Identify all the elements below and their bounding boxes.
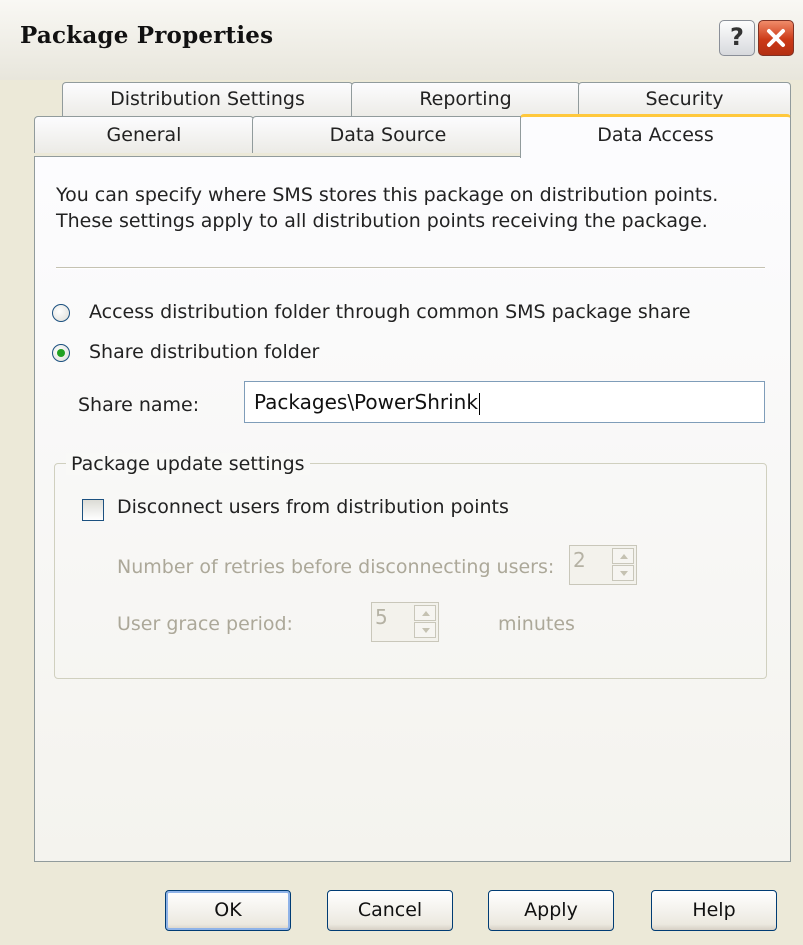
package-properties-window: Package Properties ? Distribution Settin… <box>0 0 803 945</box>
retries-spinner[interactable]: 2 <box>569 545 637 585</box>
apply-button[interactable]: Apply <box>488 890 614 931</box>
description-line-2: These settings apply to all distribution… <box>56 210 708 232</box>
tab-strip: Distribution Settings Reporting Security… <box>0 78 803 158</box>
radio-share-distribution-folder-label[interactable]: Share distribution folder <box>89 341 319 363</box>
chevron-down-icon <box>422 628 430 633</box>
package-update-settings-title: Package update settings <box>66 453 310 475</box>
disconnect-users-checkbox[interactable] <box>82 499 104 521</box>
radio-share-distribution-folder[interactable] <box>52 344 70 362</box>
radio-common-package-share-label[interactable]: Access distribution folder through commo… <box>89 301 691 323</box>
disconnect-users-label[interactable]: Disconnect users from distribution point… <box>117 496 509 518</box>
retries-up-arrow[interactable] <box>612 548 634 564</box>
help-title-button[interactable]: ? <box>719 20 755 56</box>
share-name-label: Share name: <box>78 394 200 416</box>
share-name-value: Packages\PowerShrink <box>254 390 478 414</box>
chevron-up-icon <box>620 554 628 559</box>
text-caret <box>478 392 480 415</box>
retries-down-arrow[interactable] <box>612 565 634 581</box>
chevron-down-icon <box>620 571 628 576</box>
window-title: Package Properties <box>20 22 274 49</box>
question-icon: ? <box>730 23 744 51</box>
cancel-button[interactable]: Cancel <box>327 890 453 931</box>
close-button[interactable] <box>758 20 794 56</box>
grace-period-label: User grace period: <box>117 613 293 635</box>
tab-reporting[interactable]: Reporting <box>351 82 580 118</box>
description-line-1: You can specify where SMS stores this pa… <box>56 184 719 206</box>
tab-general[interactable]: General <box>34 116 254 153</box>
tab-data-access[interactable]: Data Access <box>520 114 791 158</box>
share-name-input[interactable]: Packages\PowerShrink <box>244 381 765 423</box>
grace-period-spinner[interactable]: 5 <box>371 602 439 642</box>
retries-label: Number of retries before disconnecting u… <box>117 556 555 578</box>
tab-distribution-settings[interactable]: Distribution Settings <box>62 82 353 118</box>
separator <box>56 267 765 269</box>
grace-down-arrow[interactable] <box>414 622 436 638</box>
retries-value: 2 <box>573 548 586 572</box>
help-button[interactable]: Help <box>651 890 777 931</box>
ok-button[interactable]: OK <box>165 890 291 931</box>
close-icon <box>767 29 785 47</box>
minutes-label: minutes <box>498 613 575 635</box>
grace-up-arrow[interactable] <box>414 605 436 621</box>
grace-period-value: 5 <box>375 605 388 629</box>
title-bar: Package Properties ? <box>0 0 803 80</box>
retries-spinner-arrows <box>612 548 634 582</box>
tab-security[interactable]: Security <box>578 82 791 118</box>
tab-data-source[interactable]: Data Source <box>252 116 524 153</box>
radio-common-package-share[interactable] <box>52 304 70 322</box>
grace-period-spinner-arrows <box>414 605 436 639</box>
chevron-up-icon <box>422 611 430 616</box>
